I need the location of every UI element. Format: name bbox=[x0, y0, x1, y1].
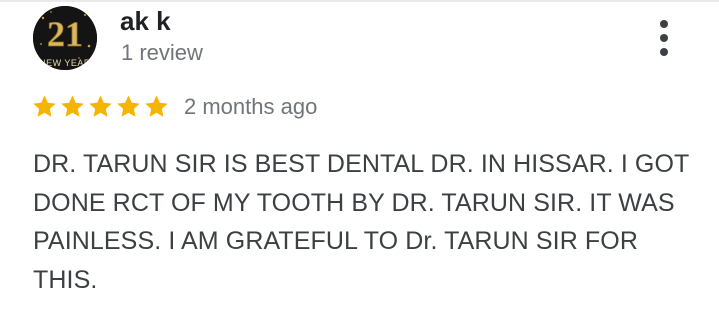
review-text: DR. TARUN SIR IS BEST DENTAL DR. IN HISS… bbox=[33, 150, 689, 294]
new-year-21-avatar-image: 21 NEW YEAR bbox=[33, 6, 97, 70]
review-card: 21 NEW YEAR ak k 1 review 2 months ago D… bbox=[0, 0, 719, 332]
avatar-number: 21 bbox=[47, 14, 83, 54]
more-dot bbox=[660, 48, 668, 56]
review-count[interactable]: 1 review bbox=[121, 40, 203, 66]
more-dot bbox=[660, 34, 668, 42]
star-rating bbox=[31, 93, 170, 121]
star-icon bbox=[145, 95, 168, 117]
more-vert-icon[interactable] bbox=[650, 16, 678, 60]
more-dot bbox=[660, 20, 668, 28]
star-icon bbox=[33, 95, 56, 117]
star-icon bbox=[61, 95, 84, 117]
star-icon bbox=[117, 95, 140, 117]
avatar[interactable]: 21 NEW YEAR bbox=[33, 6, 97, 70]
reviewer-name[interactable]: ak k bbox=[120, 6, 171, 36]
star-icon bbox=[89, 95, 112, 117]
review-date: 2 months ago bbox=[184, 94, 318, 119]
divider bbox=[0, 0, 719, 2]
avatar-caption: NEW YEAR bbox=[39, 58, 91, 68]
